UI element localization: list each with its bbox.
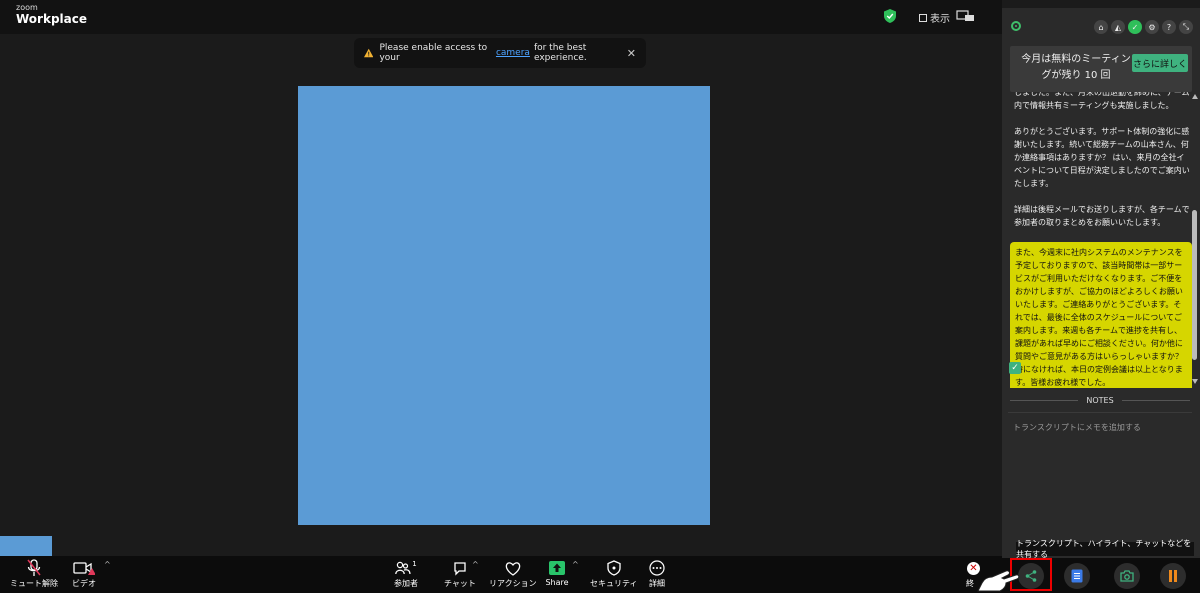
- collapse-icon[interactable]: ⤡: [1179, 20, 1193, 34]
- security-label: セキュリティ: [590, 579, 638, 588]
- chat-icon: [454, 562, 466, 576]
- transcript-entry: ありがとうございます。サポート体制の強化に感謝いたします。続いて総務チームの山本…: [1014, 127, 1190, 188]
- share-label: Share: [545, 578, 569, 587]
- reactions-button[interactable]: リアクション: [489, 558, 537, 589]
- view-label: 表示: [930, 14, 950, 25]
- participants-label: 参加者: [394, 579, 418, 588]
- participants-button[interactable]: 1 参加者: [394, 558, 418, 589]
- screenshot-button[interactable]: [1114, 563, 1140, 589]
- share-options-chevron-icon[interactable]: ^: [572, 560, 579, 569]
- chat-options-chevron-icon[interactable]: ^: [472, 560, 479, 569]
- eraser-icon[interactable]: ◭: [1111, 20, 1125, 34]
- view-grid-icon: [919, 13, 927, 22]
- pause-button[interactable]: [1160, 563, 1186, 589]
- top-bar: zoom Workplace 表示: [0, 0, 1002, 34]
- transcript-entry: しました。また、月末の出退勤を締めに、チーム内で情報共有ミーティングも実施しまし…: [1014, 92, 1190, 110]
- notes-title: NOTES: [1086, 396, 1114, 405]
- video-label: ビデオ: [72, 579, 96, 588]
- recording-indicator-icon: [1011, 21, 1021, 31]
- video-button[interactable]: ビデオ: [72, 558, 96, 589]
- heart-icon: [505, 561, 521, 576]
- notes-input[interactable]: トランスクリプトにメモを追加する: [1008, 412, 1192, 543]
- warning-icon: [364, 48, 374, 58]
- end-meeting-label[interactable]: 終: [966, 578, 974, 589]
- document-icon: [1071, 569, 1083, 583]
- notes-placeholder: トランスクリプトにメモを追加する: [1013, 423, 1141, 432]
- shared-screen-stage: [298, 86, 710, 525]
- chat-label: チャット: [444, 579, 476, 588]
- notes-header: NOTES: [1010, 396, 1190, 405]
- more-button[interactable]: 詳細: [645, 558, 669, 589]
- pointing-hand-icon: [977, 570, 1020, 592]
- participants-icon: [395, 561, 411, 575]
- video-options-chevron-icon[interactable]: ^: [104, 560, 111, 569]
- more-label: 詳細: [649, 579, 665, 588]
- document-button[interactable]: [1064, 563, 1090, 589]
- security-shield-icon[interactable]: [884, 9, 896, 23]
- zoom-logo: zoom Workplace: [16, 3, 88, 26]
- help-icon[interactable]: ?: [1162, 20, 1176, 34]
- highlight-checkbox[interactable]: ✓: [1009, 362, 1021, 374]
- camera-notification: Please enable access to your camera for …: [354, 38, 646, 68]
- close-notification-button[interactable]: ✕: [627, 47, 636, 60]
- video-off-icon: [73, 562, 95, 575]
- security-icon: [607, 560, 621, 576]
- security-button[interactable]: セキュリティ: [590, 558, 638, 589]
- home-icon[interactable]: ⌂: [1094, 20, 1108, 34]
- reactions-label: リアクション: [489, 579, 537, 588]
- panel-header: ⌂ ◭ ✓ ⚙ ? ⤡: [1002, 8, 1200, 46]
- notification-text: Please enable access to your: [379, 43, 488, 63]
- promo-text: 今月は無料のミーティングが残り 10 回: [1021, 54, 1131, 81]
- more-dots-icon: [649, 560, 665, 576]
- self-video-thumbnail[interactable]: [0, 536, 52, 556]
- transcript-scroll-thumb[interactable]: [1192, 210, 1197, 360]
- pause-icon: [1169, 570, 1177, 582]
- transcript-list: しました。また、月末の出退勤を締めに、チーム内で情報共有ミーティングも実施しまし…: [1010, 92, 1192, 388]
- transcript-entry: 詳細は後程メールでお送りしますが、各チームで参加者の取りまとめをお願いいたします…: [1014, 205, 1190, 227]
- highlighted-transcript-entry[interactable]: また、今週末に社内システムのメンテナンスを予定しておりますので、該当時間帯は一部…: [1010, 242, 1192, 388]
- share-tooltip: トランスクリプト、ハイライト、チャットなどを共有する: [1016, 539, 1194, 559]
- participants-count: 1: [412, 560, 417, 568]
- share-screen-icon: [549, 561, 565, 575]
- free-meetings-banner: 今月は無料のミーティングが残り 10 回 さらに詳しく: [1010, 46, 1192, 92]
- logo-big-text: Workplace: [16, 12, 88, 26]
- panel-toolbar: ⌂ ◭ ✓ ⚙ ? ⤡: [1094, 20, 1193, 34]
- picture-in-picture-icon[interactable]: [956, 10, 976, 22]
- share-screen-button[interactable]: Share: [545, 558, 569, 587]
- camera-icon: [1120, 570, 1134, 582]
- mute-label: ミュート解除: [10, 579, 58, 588]
- mute-button[interactable]: ミュート解除: [10, 558, 58, 589]
- logo-small-text: zoom: [16, 3, 38, 12]
- microphone-muted-icon: [27, 559, 41, 576]
- camera-link[interactable]: camera: [496, 48, 530, 58]
- view-button[interactable]: 表示: [919, 10, 950, 25]
- learn-more-button[interactable]: さらに詳しく: [1132, 54, 1188, 72]
- shield-check-icon[interactable]: ✓: [1128, 20, 1142, 34]
- gear-icon[interactable]: ⚙: [1145, 20, 1159, 34]
- notification-text-end: for the best experience.: [533, 43, 587, 63]
